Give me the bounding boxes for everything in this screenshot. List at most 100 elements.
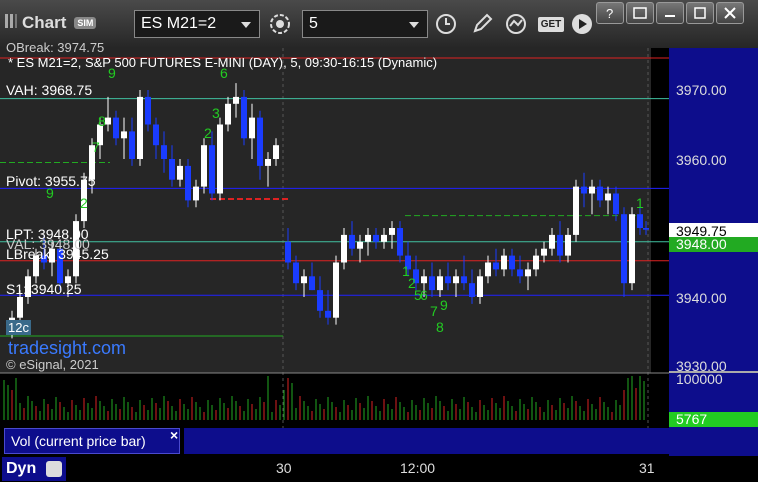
candle-body — [541, 248, 547, 256]
count-digit: 8 — [436, 319, 444, 335]
candle-body — [373, 234, 379, 242]
play-icon[interactable] — [568, 10, 596, 38]
candle-body — [485, 262, 491, 277]
candle-body — [397, 228, 403, 256]
symbol-field[interactable]: ES M21=2 — [134, 10, 260, 38]
chart-window: Chart SIM ES M21=2 5 GET ? 9 8 7 9 2 6 3… — [0, 0, 758, 482]
app-title-text: Chart — [22, 13, 67, 32]
candle-body — [365, 234, 371, 242]
candle-body — [461, 276, 467, 284]
candle-body — [257, 117, 263, 166]
lbreak-label: LBreak: 3945.25 — [6, 246, 109, 262]
refresh-icon[interactable] — [266, 10, 294, 38]
vah-label: VAH: 3968.75 — [6, 82, 93, 98]
link-window-icon[interactable] — [626, 2, 654, 24]
candle-body — [643, 228, 649, 230]
price-tick: 3940.00 — [676, 290, 727, 306]
price-tick: 3960.00 — [676, 152, 727, 168]
lock-icon[interactable] — [46, 461, 62, 477]
chevron-down-icon[interactable] — [241, 22, 251, 28]
get-label: GET — [537, 16, 565, 32]
candle-body — [565, 234, 571, 256]
time-axis[interactable]: Dyn 30 12:00 31 — [0, 456, 758, 482]
s1-label: S1: 3940.25 — [6, 281, 82, 297]
candle-body — [613, 193, 619, 215]
candle-body — [293, 262, 299, 284]
interval-field[interactable]: 5 — [302, 10, 428, 38]
get-button[interactable]: GET — [536, 10, 566, 38]
time-tick: 31 — [639, 460, 655, 476]
candle-body — [145, 96, 151, 125]
candle-body — [477, 276, 483, 297]
candle-body — [429, 276, 435, 291]
volume-label-box: Vol (current price bar) — [4, 428, 180, 454]
candle-body — [557, 234, 563, 256]
dyn-label: Dyn — [6, 460, 37, 477]
candle-body — [17, 297, 23, 318]
candle-body — [333, 262, 339, 318]
price-axis[interactable]: 3970.00 3960.00 3940.00 3930.00 3949.75 … — [669, 48, 758, 456]
candle-body — [381, 234, 387, 242]
count-digit: 9 — [440, 297, 448, 313]
candle-body — [185, 165, 191, 201]
svg-text:?: ? — [606, 6, 613, 20]
candle-body — [225, 103, 231, 125]
help-icon[interactable]: ? — [596, 2, 624, 24]
level-price-tag: 3948.00 — [669, 236, 758, 252]
candle-body — [453, 276, 459, 284]
pivot-label: Pivot: 3955.75 — [6, 173, 96, 189]
sim-badge: SIM — [74, 17, 97, 29]
candle-body — [153, 124, 159, 146]
candle-body — [105, 117, 111, 125]
candle-body — [525, 269, 531, 277]
candle-body — [637, 214, 643, 228]
candle-body — [421, 276, 427, 284]
candle-body — [201, 145, 207, 187]
candle-body — [589, 186, 595, 194]
pencil-icon[interactable] — [468, 10, 496, 38]
count-digit: 1 — [636, 195, 644, 211]
interval-value: 5 — [309, 15, 318, 32]
candle-body — [233, 96, 239, 104]
candle-body — [605, 193, 611, 201]
watermark-badge: 12c — [6, 320, 31, 335]
candle-body — [437, 276, 443, 291]
candle-body — [137, 96, 143, 159]
maximize-icon[interactable] — [686, 2, 714, 24]
candle-body — [357, 241, 363, 249]
candle-body — [301, 276, 307, 284]
count-digit: 2 — [80, 195, 88, 211]
level-price-value: 3948.00 — [676, 236, 727, 252]
close-icon[interactable] — [716, 2, 744, 24]
chevron-down-icon[interactable] — [409, 22, 419, 28]
candle-body — [129, 131, 135, 159]
chart-description: * ES M21=2, S&P 500 FUTURES E-MINI (DAY)… — [8, 55, 438, 70]
chart-toolbar: Chart SIM ES M21=2 5 GET ? — [0, 0, 758, 49]
obreak-label: OBreak: 3974.75 — [6, 40, 105, 55]
candle-body — [273, 145, 279, 159]
volume-axis-max: 100000 — [676, 371, 723, 387]
minimize-icon[interactable] — [656, 2, 684, 24]
time-tick: 30 — [276, 460, 292, 476]
count-digit: 6 — [420, 287, 428, 303]
candle-body — [597, 186, 603, 201]
candle-body — [349, 234, 355, 249]
candle-body — [161, 145, 167, 159]
candle-body — [549, 234, 555, 249]
candle-body — [217, 124, 223, 194]
app-title[interactable]: Chart SIM — [4, 8, 97, 38]
session-shading — [0, 48, 651, 373]
volume-last-value: 5767 — [676, 411, 708, 427]
symbol-value: ES M21=2 — [141, 15, 217, 32]
dyn-box[interactable]: Dyn — [2, 457, 66, 481]
candle-body — [389, 228, 395, 235]
clock-icon[interactable] — [432, 10, 460, 38]
candle-body — [509, 255, 515, 270]
count-digit: 2 — [204, 125, 212, 141]
candle-body — [285, 241, 291, 263]
close-volume-icon[interactable]: × — [170, 427, 178, 443]
study-icon[interactable] — [502, 10, 530, 38]
volume-label: Vol (current price bar) — [11, 433, 146, 449]
candle-body — [573, 186, 579, 235]
candle-body — [193, 186, 199, 201]
